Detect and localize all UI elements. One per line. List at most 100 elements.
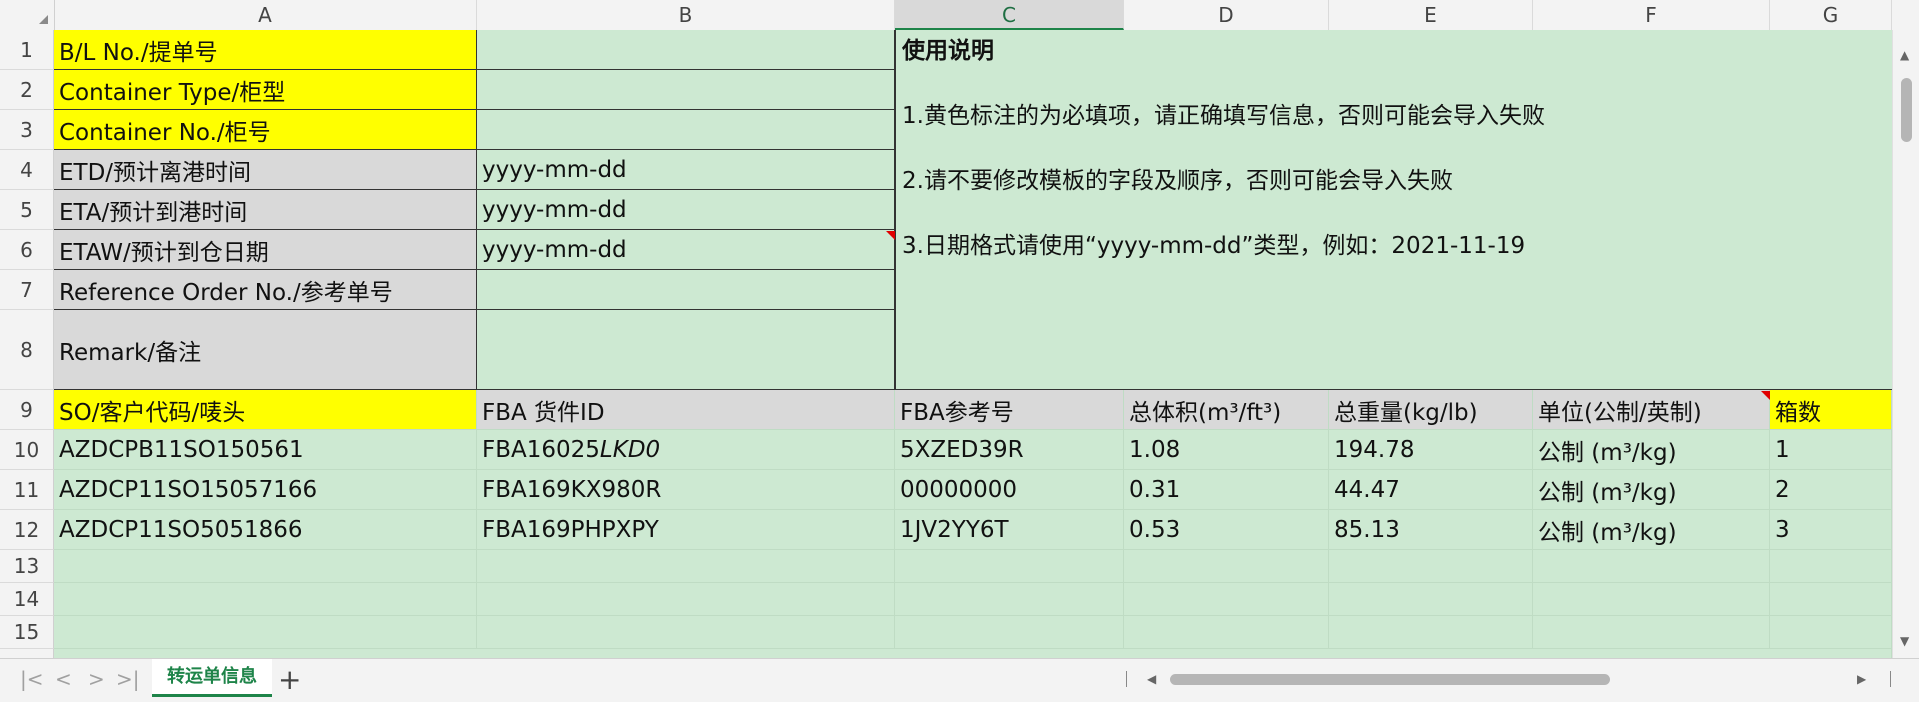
empty-cell[interactable] — [1533, 616, 1770, 649]
select-all-corner[interactable] — [0, 0, 55, 30]
row-header-7[interactable]: 7 — [0, 270, 54, 310]
row-header-8[interactable]: 8 — [0, 310, 54, 390]
cell-a3-container-no-label[interactable]: Container No./柜号 — [54, 110, 477, 150]
table-row-2-ref[interactable]: 00000000 — [895, 470, 1124, 510]
table-row-1-boxes[interactable]: 1 — [1770, 430, 1892, 470]
column-header-c[interactable]: C — [895, 0, 1124, 30]
table-row-3-boxes[interactable]: 3 — [1770, 510, 1892, 550]
row-header-1[interactable]: 1 — [0, 30, 54, 70]
cell-a5-eta-label[interactable]: ETA/预计到港时间 — [54, 190, 477, 230]
empty-cell[interactable] — [477, 616, 895, 649]
table-row-3-unit[interactable]: 公制 (m³/kg) — [1533, 510, 1770, 550]
cell-b1-bl-value[interactable] — [477, 30, 895, 70]
table-header-so[interactable]: SO/客户代码/唛头 — [54, 390, 477, 430]
table-row-3-so[interactable]: AZDCP11SO5051866 — [54, 510, 477, 550]
empty-cell[interactable] — [1533, 583, 1770, 616]
column-header-b[interactable]: B — [477, 0, 895, 30]
empty-cell[interactable] — [1124, 550, 1329, 583]
column-header-a[interactable]: A — [54, 0, 477, 30]
row-header-11[interactable]: 11 — [0, 470, 54, 510]
table-header-volume[interactable]: 总体积(m³/ft³) — [1124, 390, 1329, 430]
cell-b6-etaw-value[interactable]: yyyy-mm-dd — [477, 230, 895, 270]
table-row-2-boxes[interactable]: 2 — [1770, 470, 1892, 510]
table-row-1-fba-id[interactable]: FBA16025 LKD0 — [477, 430, 895, 470]
row-header-4[interactable]: 4 — [0, 150, 54, 190]
table-row-3-ref[interactable]: 1JV2YY6T — [895, 510, 1124, 550]
cell-b3-container-no-value[interactable] — [477, 110, 895, 150]
empty-cell[interactable] — [477, 583, 895, 616]
empty-cell[interactable] — [477, 550, 895, 583]
table-row-2-weight[interactable]: 44.47 — [1329, 470, 1533, 510]
empty-cell[interactable] — [1329, 583, 1533, 616]
table-row-1-ref[interactable]: 5XZED39R — [895, 430, 1124, 470]
row-header-13[interactable]: 13 — [0, 550, 54, 583]
column-header-e[interactable]: E — [1329, 0, 1533, 30]
table-header-fba-ref[interactable]: FBA参考号 — [895, 390, 1124, 430]
horizontal-scrollbar[interactable]: ◀ ▶ — [1125, 670, 1870, 688]
row-header-12[interactable]: 12 — [0, 510, 54, 550]
table-row-2-fba-id[interactable]: FBA169KX980R — [477, 470, 895, 510]
table-header-fba-id[interactable]: FBA 货件ID — [477, 390, 895, 430]
empty-cell[interactable] — [1770, 550, 1892, 583]
column-header-f[interactable]: F — [1533, 0, 1770, 30]
table-row-3-fba-id[interactable]: FBA169PHPXPY — [477, 510, 895, 550]
cell-b5-eta-value[interactable]: yyyy-mm-dd — [477, 190, 895, 230]
cell-b7-reference-value[interactable] — [477, 270, 895, 310]
table-row-1-volume[interactable]: 1.08 — [1124, 430, 1329, 470]
table-row-2-volume[interactable]: 0.31 — [1124, 470, 1329, 510]
cell-a1-bl-label[interactable]: B/L No./提单号 — [54, 30, 477, 70]
table-row-1-weight[interactable]: 194.78 — [1329, 430, 1533, 470]
comment-marker-b6-icon[interactable] — [886, 231, 895, 240]
cell-a6-etaw-label[interactable]: ETAW/预计到仓日期 — [54, 230, 477, 270]
row-header-14[interactable]: 14 — [0, 583, 54, 616]
empty-cell[interactable] — [1329, 616, 1533, 649]
empty-cell[interactable] — [54, 550, 477, 583]
vertical-scrollbar[interactable]: ▲ ▼ — [1892, 30, 1919, 658]
empty-cell[interactable] — [54, 616, 477, 649]
first-sheet-icon[interactable]: |< — [20, 667, 44, 691]
cell-a4-etd-label[interactable]: ETD/预计离港时间 — [54, 150, 477, 190]
cell-a8-remark-label[interactable]: Remark/备注 — [54, 310, 477, 390]
row-header-10[interactable]: 10 — [0, 430, 54, 470]
vertical-scroll-thumb[interactable] — [1901, 78, 1912, 142]
empty-cell[interactable] — [1329, 550, 1533, 583]
column-header-d[interactable]: D — [1124, 0, 1329, 30]
row-header-6[interactable]: 6 — [0, 230, 54, 270]
scroll-left-icon[interactable]: ◀ — [1147, 672, 1156, 686]
cell-a7-reference-label[interactable]: Reference Order No./参考单号 — [54, 270, 477, 310]
cell-b4-etd-value[interactable]: yyyy-mm-dd — [477, 150, 895, 190]
row-header-9[interactable]: 9 — [0, 390, 54, 430]
column-header-g[interactable]: G — [1770, 0, 1892, 30]
prev-sheet-icon[interactable]: < — [55, 667, 72, 691]
cell-b2-container-type-value[interactable] — [477, 70, 895, 110]
row-header-3[interactable]: 3 — [0, 110, 54, 150]
table-row-1-unit[interactable]: 公制 (m³/kg) — [1533, 430, 1770, 470]
add-sheet-icon[interactable]: + — [278, 663, 301, 696]
empty-cell[interactable] — [895, 550, 1124, 583]
table-row-3-volume[interactable]: 0.53 — [1124, 510, 1329, 550]
empty-cell[interactable] — [895, 616, 1124, 649]
table-header-weight[interactable]: 总重量(kg/lb) — [1329, 390, 1533, 430]
empty-cell[interactable] — [1124, 583, 1329, 616]
last-sheet-icon[interactable]: >| — [116, 667, 140, 691]
scroll-down-icon[interactable]: ▼ — [1900, 634, 1909, 648]
table-row-2-so[interactable]: AZDCP11SO15057166 — [54, 470, 477, 510]
empty-cell[interactable] — [1533, 550, 1770, 583]
row-header-15[interactable]: 15 — [0, 616, 54, 649]
row-header-5[interactable]: 5 — [0, 190, 54, 230]
empty-cell[interactable] — [54, 583, 477, 616]
empty-cell[interactable] — [1770, 583, 1892, 616]
horizontal-scroll-thumb[interactable] — [1170, 674, 1610, 685]
cell-a2-container-type-label[interactable]: Container Type/柜型 — [54, 70, 477, 110]
next-sheet-icon[interactable]: > — [88, 667, 105, 691]
table-row-1-so[interactable]: AZDCPB11SO150561 — [54, 430, 477, 470]
cell-b8-remark-value[interactable] — [477, 310, 895, 390]
comment-marker-f9-icon[interactable] — [1761, 391, 1770, 400]
scroll-up-icon[interactable]: ▲ — [1900, 48, 1909, 62]
sheet-tab-transfer-info[interactable]: 转运单信息 — [152, 659, 272, 697]
scroll-right-icon[interactable]: ▶ — [1857, 672, 1866, 686]
empty-cell[interactable] — [1770, 616, 1892, 649]
table-row-3-weight[interactable]: 85.13 — [1329, 510, 1533, 550]
instructions-block[interactable]: 使用说明 1.黄色标注的为必填项，请正确填写信息，否则可能会导入失败 2.请不要… — [895, 30, 1892, 390]
empty-cell[interactable] — [895, 583, 1124, 616]
